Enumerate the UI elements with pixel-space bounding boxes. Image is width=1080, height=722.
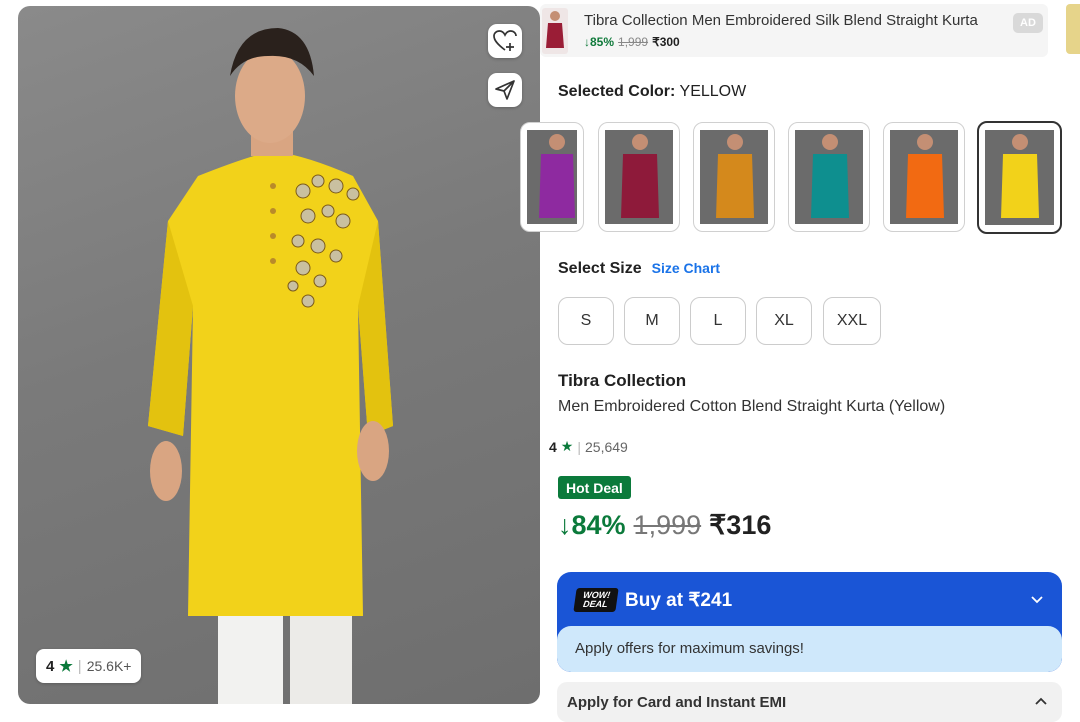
product-hero-image[interactable]: 4 ★ | 25.6K+	[18, 6, 540, 704]
size-chart-link[interactable]: Size Chart	[652, 260, 720, 276]
selected-color-heading: Selected Color: YELLOW	[558, 83, 746, 101]
star-icon: ★	[59, 658, 73, 675]
size-option-l[interactable]: L	[690, 297, 746, 345]
size-option-xl[interactable]: XL	[756, 297, 812, 345]
rating-separator: |	[77, 657, 82, 675]
mrp-price: 1,999	[633, 510, 702, 540]
wow-deal-logo: WOW! DEAL	[573, 588, 619, 612]
model-illustration	[148, 28, 393, 704]
card-emi-section[interactable]: Apply for Card and Instant EMI	[557, 682, 1062, 722]
image-rating-badge: 4 ★ | 25.6K+	[36, 649, 142, 683]
ad-discount: ↓85%	[584, 35, 615, 49]
color-swatch-purple[interactable]	[520, 122, 584, 232]
emi-label: Apply for Card and Instant EMI	[567, 694, 787, 711]
deal-line: DEAL	[582, 599, 609, 609]
chevron-up-icon[interactable]	[1034, 695, 1048, 709]
rating-value: 4	[549, 438, 557, 455]
offer-subtext: Apply offers for maximum savings!	[557, 626, 1062, 672]
ad-price-row: ↓85% 1,999 ₹300	[584, 35, 680, 49]
wow-deal-offer-card[interactable]: WOW! DEAL Buy at ₹241 Apply offers for m…	[557, 572, 1062, 672]
hot-deal-badge: Hot Deal	[558, 476, 631, 499]
color-swatch-orange[interactable]	[883, 122, 965, 232]
discount-percent: ↓84%	[558, 510, 626, 540]
product-brand[interactable]: Tibra Collection	[558, 371, 686, 391]
product-name: Men Embroidered Cotton Blend Straight Ku…	[558, 398, 946, 415]
share-button[interactable]	[488, 73, 522, 107]
select-size-heading: Select Size Size Chart	[558, 260, 720, 278]
color-swatch-maroon[interactable]	[598, 122, 680, 232]
chevron-down-icon[interactable]	[1030, 592, 1044, 606]
sponsored-product-banner[interactable]: Tibra Collection Men Embroidered Silk Bl…	[540, 4, 1048, 57]
size-option-s[interactable]: S	[558, 297, 614, 345]
price-row: ↓84% 1,999 ₹316	[558, 510, 771, 541]
color-swatch-mustard[interactable]	[693, 122, 775, 232]
final-price: ₹316	[709, 510, 772, 540]
color-swatch-teal[interactable]	[788, 122, 870, 232]
buy-at-label: Buy at ₹241	[625, 589, 733, 611]
ad-price: ₹300	[652, 35, 680, 49]
heart-plus-icon	[493, 30, 517, 51]
wishlist-button[interactable]	[488, 24, 522, 58]
size-option-m[interactable]: M	[624, 297, 680, 345]
ad-product-thumbnail	[542, 8, 568, 54]
ad-badge: AD	[1013, 13, 1043, 33]
select-size-label: Select Size	[558, 260, 642, 277]
share-icon	[495, 80, 515, 100]
product-rating[interactable]: 4 ★ | 25,649	[549, 438, 628, 455]
ad-mrp: 1,999	[618, 35, 649, 49]
buy-at-header[interactable]: WOW! DEAL Buy at ₹241	[573, 588, 733, 612]
selected-color-label: Selected Color:	[558, 83, 676, 100]
rating-count: 25,649	[585, 438, 628, 455]
rating-separator: |	[577, 438, 581, 455]
rating-count: 25.6K+	[86, 658, 132, 674]
next-ad-thumbnail[interactable]	[1066, 4, 1080, 54]
rating-value: 4	[46, 657, 55, 675]
star-icon: ★	[560, 438, 574, 454]
ad-title: Tibra Collection Men Embroidered Silk Bl…	[584, 12, 978, 29]
size-option-xxl[interactable]: XXL	[823, 297, 881, 345]
selected-color-value: YELLOW	[679, 83, 747, 100]
color-swatch-yellow[interactable]	[977, 121, 1062, 234]
